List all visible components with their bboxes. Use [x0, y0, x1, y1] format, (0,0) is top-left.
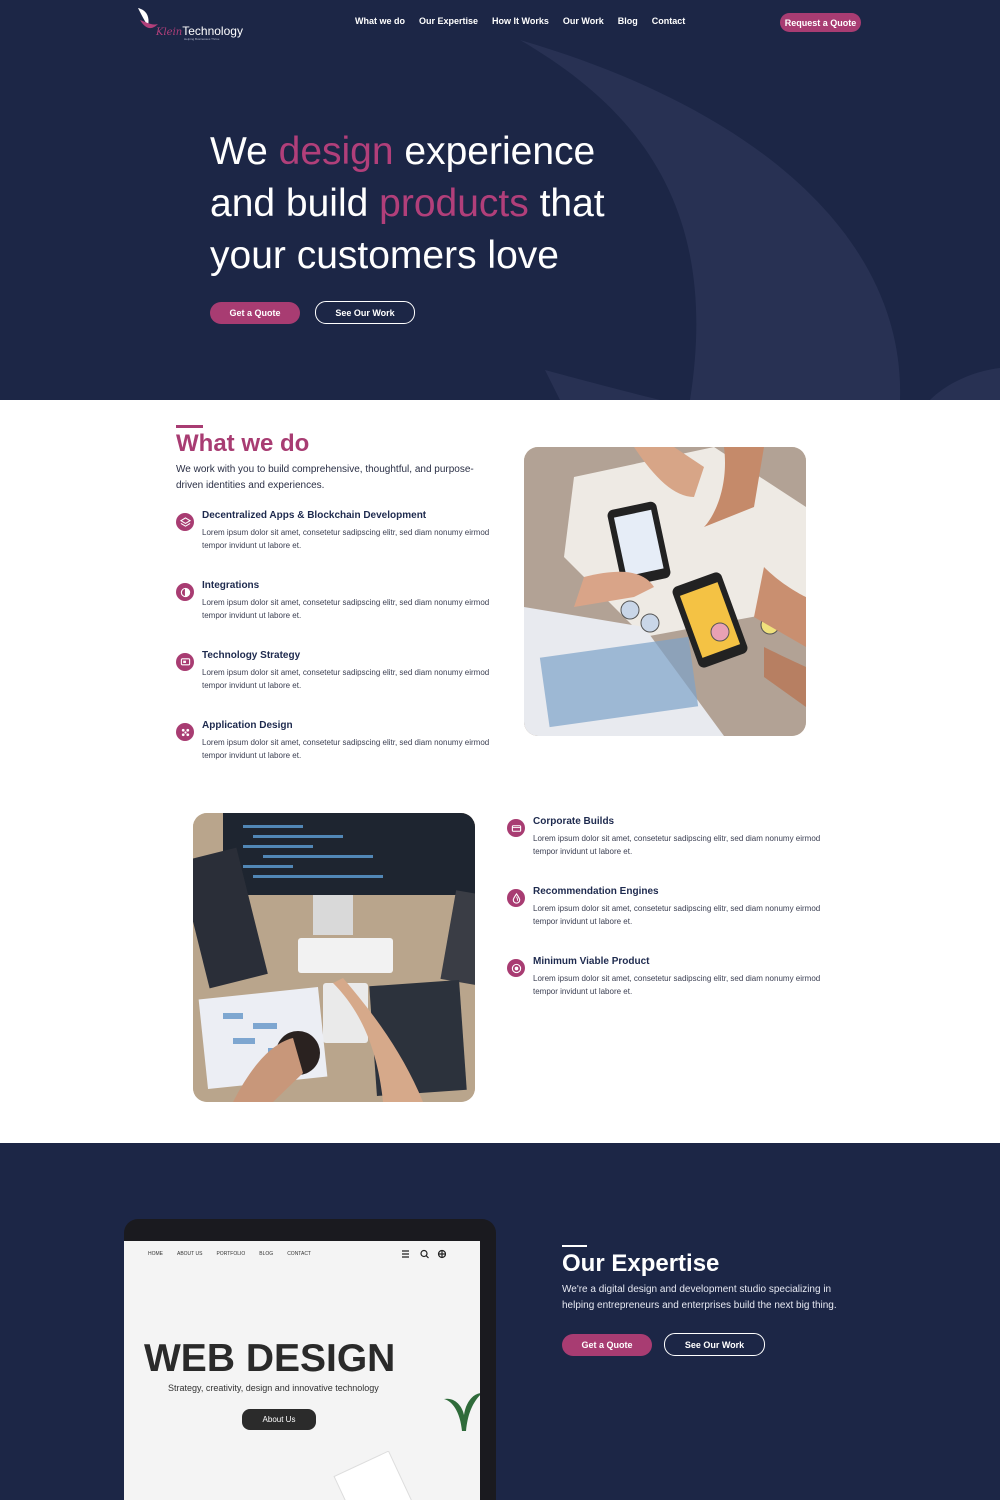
nav-contact[interactable]: Contact [652, 16, 686, 26]
nav-what-we-do[interactable]: What we do [355, 16, 405, 26]
mockup-nav-portfolio: PORTFOLIO [216, 1251, 246, 1257]
hero-headline: We design experience and build products … [210, 126, 670, 282]
pattern-icon [176, 723, 194, 741]
nav-our-expertise[interactable]: Our Expertise [419, 16, 478, 26]
notebook-decoration-icon [333, 1451, 414, 1500]
plant-decoration-icon [444, 1393, 480, 1431]
logo-tagline: Helping Businesses Thrive [184, 37, 220, 41]
layers-icon [176, 513, 194, 531]
mockup-nav: HOME ABOUT US PORTFOLIO BLOG CONTACT [148, 1251, 311, 1257]
section-accent-rule [176, 425, 203, 428]
mockup-title: WEB DESIGN [144, 1337, 396, 1380]
laptop-mockup: HOME ABOUT US PORTFOLIO BLOG CONTACT WEB… [124, 1219, 496, 1500]
mockup-nav-home: HOME [148, 1251, 163, 1257]
mockup-nav-contact: CONTACT [287, 1251, 311, 1257]
team-collaboration-photo [524, 447, 806, 736]
nav-how-it-works[interactable]: How It Works [492, 16, 549, 26]
service-title: Integrations [202, 580, 260, 591]
mockup-toolbar-icons [402, 1249, 446, 1259]
service-desc: Lorem ipsum dolor sit amet, consetetur s… [533, 904, 821, 926]
hero-see-work-button[interactable]: See Our Work [315, 301, 415, 324]
service-title: Application Design [202, 720, 293, 731]
mockup-nav-about: ABOUT US [177, 1251, 203, 1257]
service-desc: Lorem ipsum dolor sit amet, consetetur s… [533, 834, 821, 856]
target-icon [507, 959, 525, 977]
service-desc: Lorem ipsum dolor sit amet, consetetur s… [202, 668, 490, 690]
photo-illustration [524, 447, 806, 736]
logo-script: Klein [156, 27, 183, 38]
logo-word: Technology [182, 24, 243, 38]
mockup-subtitle: Strategy, creativity, design and innovat… [168, 1383, 379, 1393]
expertise-intro: We're a digital design and development s… [562, 1284, 837, 1311]
hero-get-quote-button[interactable]: Get a Quote [210, 302, 300, 324]
hero-accent-design: design [278, 130, 394, 173]
main-nav: What we do Our Expertise How It Works Ou… [355, 16, 685, 26]
monitor-icon [176, 653, 194, 671]
expertise-get-quote-button[interactable]: Get a Quote [562, 1334, 652, 1356]
service-title: Decentralized Apps & Blockchain Developm… [202, 510, 427, 521]
hero-accent-products: products [379, 182, 529, 225]
service-desc: Lorem ipsum dolor sit amet, consetetur s… [202, 598, 490, 620]
service-title: Minimum Viable Product [533, 956, 650, 967]
integrations-icon [176, 583, 194, 601]
what-we-do-heading: What we do [176, 430, 310, 457]
expertise-accent-rule [562, 1245, 587, 1247]
service-title: Recommendation Engines [533, 886, 659, 897]
what-we-do-intro: We work with you to build comprehensive,… [176, 464, 474, 491]
request-quote-button[interactable]: Request a Quote [780, 13, 861, 32]
service-desc: Lorem ipsum dolor sit amet, consetetur s… [202, 738, 490, 760]
nav-blog[interactable]: Blog [618, 16, 638, 26]
laptop-screen: HOME ABOUT US PORTFOLIO BLOG CONTACT WEB… [124, 1241, 480, 1500]
service-title: Corporate Builds [533, 816, 615, 827]
mockup-about-button: About Us [242, 1409, 316, 1430]
mockup-nav-blog: BLOG [259, 1251, 274, 1257]
expertise-section: HOME ABOUT US PORTFOLIO BLOG CONTACT WEB… [0, 1143, 1000, 1500]
expertise-heading: Our Expertise [562, 1250, 720, 1277]
hero-title-text: We [210, 130, 279, 173]
hero-section: KleinTechnology Helping Businesses Thriv… [0, 0, 1000, 400]
nav-our-work[interactable]: Our Work [563, 16, 604, 26]
developer-desk-photo [193, 813, 475, 1102]
service-title: Technology Strategy [202, 650, 301, 661]
service-desc: Lorem ipsum dolor sit amet, consetetur s… [202, 528, 490, 550]
service-desc: Lorem ipsum dolor sit amet, consetetur s… [533, 974, 821, 996]
drop-icon [507, 889, 525, 907]
site-logo[interactable]: KleinTechnology Helping Businesses Thriv… [136, 4, 256, 41]
expertise-see-work-button[interactable]: See Our Work [664, 1333, 765, 1356]
building-icon [507, 819, 525, 837]
photo-illustration [193, 813, 475, 1102]
